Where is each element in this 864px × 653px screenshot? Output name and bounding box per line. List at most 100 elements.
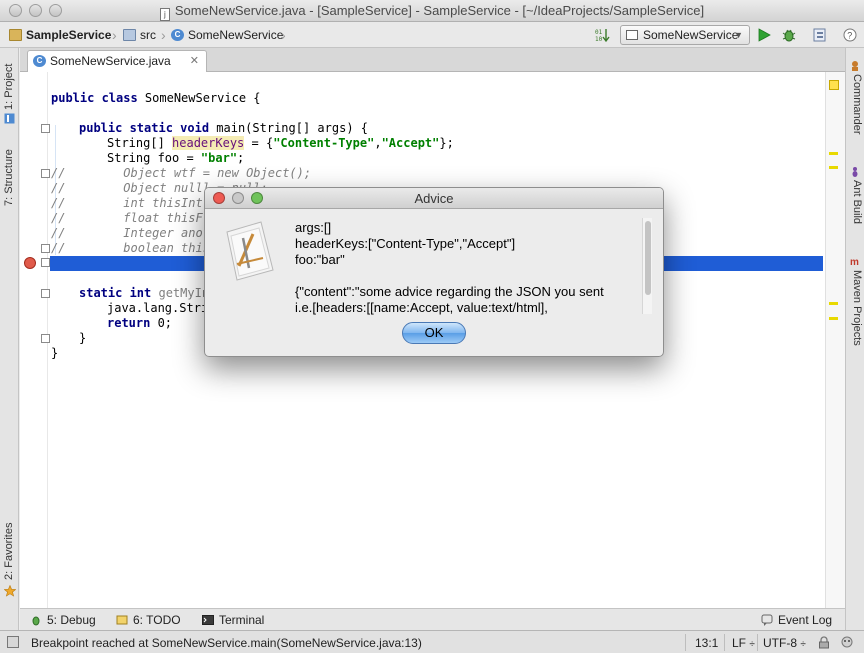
window-title: j SomeNewService.java - [SampleService] -…: [0, 3, 864, 21]
dialog-titlebar: Advice: [205, 188, 663, 209]
code-line-foo: String foo = "bar";: [107, 151, 245, 165]
editor-tab-bar: C SomeNewService.java ✕: [20, 48, 845, 72]
dialog-title: Advice: [414, 191, 454, 206]
warning-marker[interactable]: [829, 302, 838, 305]
project-tool-icon: [4, 113, 15, 124]
breakpoint-icon[interactable]: [24, 257, 36, 269]
sort-binary-icon[interactable]: 01 10: [594, 27, 610, 43]
dialog-message-line: foo:"bar": [295, 252, 345, 267]
tool-tab-commander[interactable]: Commander: [851, 74, 863, 135]
dialog-scrollbar-thumb[interactable]: [645, 221, 651, 295]
java-file-icon: j: [159, 8, 170, 21]
lock-icon[interactable]: [818, 636, 830, 649]
todo-icon: [116, 615, 128, 625]
left-tool-window-strip: 1: Project 7: Structure 2: Favorites: [0, 48, 19, 630]
fold-toggle-icon[interactable]: [41, 258, 50, 267]
close-tab-icon[interactable]: ✕: [190, 51, 199, 71]
star-icon: [4, 585, 16, 597]
status-divider: [685, 634, 686, 651]
code-line-comment: // Object wtf = new Object();: [51, 166, 312, 180]
chevron-down-icon: ▼: [734, 30, 743, 40]
dialog-scrollbar[interactable]: [642, 218, 652, 314]
warning-marker[interactable]: [829, 166, 838, 169]
tool-tab-event-log[interactable]: Event Log: [761, 613, 832, 627]
dialog-message-line: args:[]: [295, 220, 332, 235]
dialog-message-line: [295, 268, 640, 284]
advice-dialog: Advice args:[] headerKeys:["Content-Type…: [204, 187, 664, 357]
inspector-icon[interactable]: [840, 636, 854, 649]
editor-tab-somenewservice[interactable]: C SomeNewService.java ✕: [27, 50, 207, 72]
warning-marker[interactable]: [829, 152, 838, 155]
tool-tab-structure[interactable]: 7: Structure: [3, 149, 15, 206]
window-titlebar: j SomeNewService.java - [SampleService] -…: [0, 0, 864, 22]
encoding-select[interactable]: UTF-8 ÷: [763, 636, 806, 650]
chevron-down-icon: ÷: [749, 639, 755, 650]
code-line-comment: // float thisFl: [51, 211, 210, 225]
code-line-method-decl: static int getMyIn: [79, 286, 210, 300]
status-divider: [757, 634, 758, 651]
debug-icon[interactable]: [781, 27, 797, 43]
application-icon: [226, 221, 274, 281]
tool-tab-project[interactable]: 1: Project: [3, 64, 15, 110]
code-line-header-keys: String[] headerKeys = {"Content-Type","A…: [107, 136, 454, 150]
application-config-icon: [626, 30, 638, 40]
chevron-down-icon: ÷: [800, 639, 806, 650]
java-class-icon: C: [33, 55, 46, 67]
right-tool-window-strip: Commander Ant Build m Maven Projects: [845, 48, 864, 630]
commander-icon: [852, 61, 858, 71]
tool-tab-ant-build[interactable]: Ant Build: [851, 180, 863, 224]
breadcrumb-separator-icon: ›: [112, 27, 117, 43]
code-line-java-lang: java.lang.Stri: [107, 301, 209, 315]
run-icon[interactable]: [756, 27, 772, 43]
status-bar: Breakpoint reached at SomeNewService.mai…: [0, 630, 864, 653]
breadcrumb-separator-icon: ›: [281, 27, 286, 43]
ant-icon: [852, 167, 858, 177]
svg-text:01: 01: [595, 29, 603, 36]
svg-text:10: 10: [595, 36, 603, 43]
debug-icon: [32, 616, 40, 626]
help-icon[interactable]: ?: [842, 27, 858, 43]
breadcrumb-src[interactable]: src: [123, 26, 156, 44]
line-separator-select[interactable]: LF ÷: [732, 636, 755, 650]
tool-tab-todo[interactable]: 6: TODO: [116, 613, 181, 627]
tool-tab-debug[interactable]: 5: Debug: [30, 613, 96, 627]
breadcrumb-project[interactable]: SampleService: [9, 26, 111, 44]
tool-windows-toggle-icon[interactable]: [7, 636, 19, 648]
fold-toggle-icon[interactable]: [41, 169, 50, 178]
tool-tab-maven-projects[interactable]: Maven Projects: [851, 270, 863, 346]
error-stripe[interactable]: [825, 72, 845, 608]
status-message: Breakpoint reached at SomeNewService.mai…: [31, 636, 422, 650]
svg-text:?: ?: [847, 31, 852, 41]
tool-tab-terminal[interactable]: Terminal: [202, 613, 264, 627]
code-line-comment: // boolean this: [51, 241, 210, 255]
inspection-status-icon[interactable]: [829, 80, 839, 90]
dialog-message-line: i.e.[headers:[[name:Accept, value:text/h…: [295, 300, 548, 315]
warning-marker[interactable]: [829, 317, 838, 320]
dialog-message-line: headerKeys:["Content-Type","Accept"]: [295, 236, 516, 251]
svg-text:m: m: [850, 257, 859, 267]
fold-toggle-icon[interactable]: [41, 244, 50, 253]
code-line-close-brace: }: [51, 346, 59, 360]
dialog-message-line: {"content":"some advice regarding the JS…: [295, 284, 604, 299]
breadcrumb-class[interactable]: C SomeNewService: [171, 26, 283, 44]
run-configuration-select[interactable]: SomeNewService ▼: [620, 25, 750, 45]
project-structure-icon[interactable]: [812, 27, 828, 43]
fold-toggle-icon[interactable]: [41, 289, 50, 298]
ok-button[interactable]: OK: [402, 322, 466, 344]
bottom-tool-window-bar: 5: Debug 6: TODO Terminal Event Log: [20, 608, 845, 630]
event-log-icon: [761, 614, 773, 626]
navigation-bar: SampleService › src › C SomeNewService ›…: [0, 22, 864, 48]
code-line-comment: // Integer anot: [51, 226, 210, 240]
fold-toggle-icon[interactable]: [41, 334, 50, 343]
code-line-comment: // int thisInt: [51, 196, 203, 210]
maven-icon: m: [850, 257, 859, 267]
project-folder-icon: [9, 29, 22, 41]
code-line-main-decl: public static void main(String[] args) {: [79, 121, 368, 135]
caret-position[interactable]: 13:1: [695, 636, 718, 650]
tool-tab-favorites[interactable]: 2: Favorites: [3, 523, 15, 580]
java-class-icon: C: [171, 29, 184, 41]
code-line-return: return 0;: [107, 316, 173, 330]
dialog-message: args:[] headerKeys:["Content-Type","Acce…: [295, 220, 640, 316]
fold-toggle-icon[interactable]: [41, 124, 50, 133]
source-folder-icon: [123, 29, 136, 41]
